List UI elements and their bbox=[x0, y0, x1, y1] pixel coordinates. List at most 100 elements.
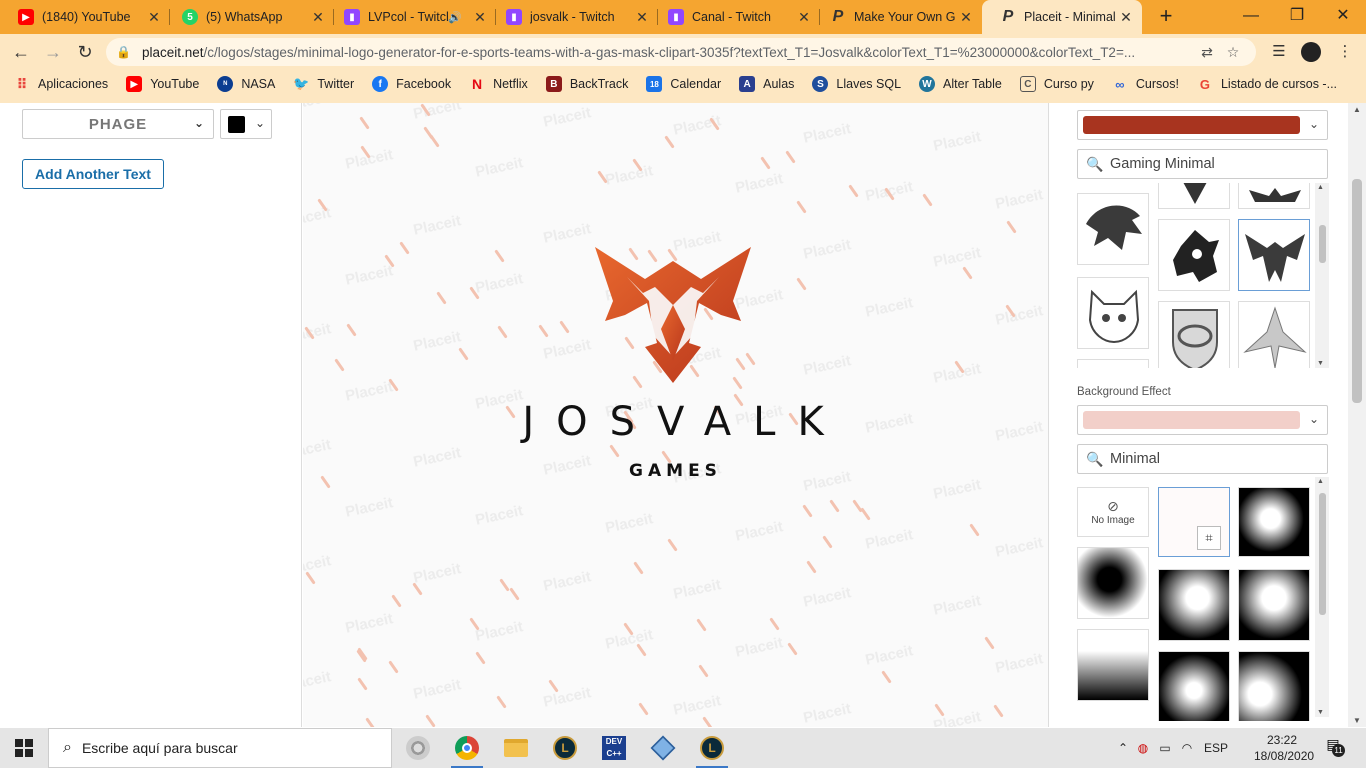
close-icon[interactable]: ✕ bbox=[472, 9, 488, 26]
logo-canvas[interactable]: Placeit Placeit Placeit Placeit Placeit Place… bbox=[303, 103, 1048, 727]
speaker-icon[interactable]: 🔊 bbox=[448, 11, 462, 24]
back-button[interactable]: ← bbox=[8, 40, 34, 64]
tab-whatsapp[interactable]: 5 (5) WhatsApp ✕ bbox=[164, 0, 334, 34]
lock-icon[interactable]: 🔒 bbox=[116, 45, 131, 59]
page-scrollbar[interactable]: ▲ ▼ bbox=[1348, 103, 1366, 727]
add-another-text-button[interactable]: Add Another Text bbox=[22, 159, 164, 189]
close-icon[interactable]: ✕ bbox=[958, 9, 974, 26]
background-color-select[interactable]: ⌄ bbox=[1077, 405, 1328, 435]
chevron-up-icon[interactable]: ⌃ bbox=[1114, 741, 1132, 755]
menu-icon[interactable]: ⋮ bbox=[1332, 40, 1358, 64]
graphic-thumb[interactable] bbox=[1158, 301, 1230, 368]
graphic-search-input[interactable]: 🔍 Gaming Minimal bbox=[1077, 149, 1328, 179]
watermark-text: Placeit bbox=[863, 294, 915, 321]
bookmark-twitter[interactable]: 🐦 Twitter bbox=[293, 76, 354, 92]
tab-canal-twitch[interactable]: ▮ Canal - Twitch ✕ bbox=[650, 0, 820, 34]
battery-icon[interactable]: ▭ bbox=[1154, 741, 1176, 755]
background-streak bbox=[969, 523, 980, 537]
close-icon[interactable]: ✕ bbox=[634, 9, 650, 26]
background-thumb-selected[interactable]: ⌗ bbox=[1158, 487, 1230, 557]
task-view-app[interactable] bbox=[394, 728, 442, 768]
background-thumb[interactable] bbox=[1077, 629, 1149, 701]
close-icon[interactable]: ✕ bbox=[1118, 9, 1134, 26]
graphic-thumb[interactable] bbox=[1077, 359, 1149, 368]
start-button[interactable] bbox=[0, 728, 48, 768]
bookmark-alter-table[interactable]: W Alter Table bbox=[919, 76, 1002, 92]
bookmark-aulas[interactable]: A Aulas bbox=[739, 76, 794, 92]
background-thumb[interactable] bbox=[1077, 547, 1149, 619]
graphic-thumb[interactable] bbox=[1077, 277, 1149, 349]
close-icon[interactable]: ✕ bbox=[146, 9, 162, 26]
font-select[interactable]: PHAGE ⌄ bbox=[22, 109, 214, 139]
graphic-thumb[interactable] bbox=[1238, 183, 1310, 209]
bookmark-llaves-sql[interactable]: S Llaves SQL bbox=[812, 76, 901, 92]
bookmark-star-icon[interactable]: ☆ bbox=[1220, 44, 1246, 61]
tab-youtube[interactable]: ▶ (1840) YouTube ✕ bbox=[0, 0, 170, 34]
bookmark-listado-cursos[interactable]: G Listado de cursos -... bbox=[1197, 76, 1337, 92]
bookmark-cursos[interactable]: ∞ Cursos! bbox=[1112, 76, 1179, 92]
tab-placeit-minimal[interactable]: P Placeit - Minimal L ✕ bbox=[982, 0, 1142, 34]
aulas-icon: A bbox=[739, 76, 756, 92]
background-search-input[interactable]: 🔍 Minimal bbox=[1077, 444, 1328, 474]
tab-make-your-own[interactable]: P Make Your Own G ✕ bbox=[812, 0, 982, 34]
address-bar[interactable]: 🔒 placeit.net/c/logos/stages/minimal-log… bbox=[106, 38, 1256, 66]
language-indicator[interactable]: ESP bbox=[1198, 741, 1234, 755]
minimize-button[interactable]: — bbox=[1228, 0, 1274, 34]
new-tab-button[interactable]: + bbox=[1154, 5, 1178, 29]
background-thumb[interactable] bbox=[1238, 651, 1310, 721]
taskbar-search-input[interactable]: ⌕ Escribe aquí para buscar bbox=[48, 728, 392, 768]
network-warning-icon[interactable]: ◍ bbox=[1132, 741, 1154, 755]
graphic-grid-scrollbar[interactable]: ▲ ▼ bbox=[1315, 183, 1329, 368]
bookmark-youtube[interactable]: ▶ YouTube bbox=[126, 76, 199, 92]
background-thumb[interactable] bbox=[1158, 569, 1230, 641]
reload-button[interactable]: ↻ bbox=[72, 40, 98, 64]
bookmark-netflix[interactable]: N Netflix bbox=[469, 76, 528, 92]
facebook-icon: f bbox=[372, 76, 389, 92]
translate-icon[interactable]: ⇄ bbox=[1194, 44, 1220, 61]
tab-josvalk-twitch[interactable]: ▮ josvalk - Twitch ✕ bbox=[488, 0, 658, 34]
watermark-text: Placeit bbox=[411, 560, 463, 587]
cube-icon bbox=[650, 735, 676, 761]
notifications-button[interactable]: ▤ 11 bbox=[1318, 736, 1348, 760]
tab-lvpcol-twitch[interactable]: ▮ LVPcol - Twitch 🔊 ✕ bbox=[326, 0, 496, 34]
crop-icon[interactable]: ⌗ bbox=[1197, 526, 1221, 550]
graphic-thumb[interactable] bbox=[1158, 183, 1230, 209]
background-thumb[interactable] bbox=[1158, 651, 1230, 721]
chrome-app[interactable] bbox=[443, 728, 491, 768]
league-client-app[interactable]: L bbox=[688, 728, 736, 768]
background-streak bbox=[829, 499, 840, 513]
background-thumb[interactable] bbox=[1238, 569, 1310, 641]
league-app[interactable]: L bbox=[541, 728, 589, 768]
close-icon[interactable]: ✕ bbox=[796, 9, 812, 26]
forward-button[interactable]: → bbox=[40, 40, 66, 64]
graphic-thumb-selected[interactable] bbox=[1238, 219, 1310, 291]
no-image-thumb[interactable]: ⊘ No Image bbox=[1077, 487, 1149, 537]
background-grid-scrollbar[interactable]: ▲ ▼ bbox=[1315, 477, 1329, 717]
text-color-select[interactable]: ⌄ bbox=[220, 109, 272, 139]
graphic-color-select[interactable]: ⌄ bbox=[1077, 110, 1328, 140]
close-icon[interactable]: ✕ bbox=[310, 9, 326, 26]
background-streak bbox=[359, 116, 370, 130]
close-window-button[interactable]: ✕ bbox=[1320, 0, 1366, 34]
graphic-thumb[interactable] bbox=[1077, 193, 1149, 265]
restore-button[interactable]: ❐ bbox=[1274, 0, 1320, 34]
bookmark-facebook[interactable]: f Facebook bbox=[372, 76, 451, 92]
file-explorer-app[interactable] bbox=[492, 728, 540, 768]
wifi-icon[interactable]: ◠ bbox=[1176, 741, 1198, 755]
bookmark-nasa[interactable]: N NASA bbox=[217, 76, 275, 92]
clock[interactable]: 23:22 18/08/2020 bbox=[1254, 732, 1314, 764]
graphic-thumb[interactable] bbox=[1158, 219, 1230, 291]
media-control-icon[interactable]: ☰ bbox=[1266, 40, 1292, 64]
bookmark-backtrack[interactable]: B BackTrack bbox=[545, 76, 628, 92]
virtualbox-app[interactable] bbox=[639, 728, 687, 768]
url-text[interactable]: placeit.net/c/logos/stages/minimal-logo-… bbox=[142, 45, 1194, 60]
background-streak bbox=[993, 704, 1004, 718]
background-thumb[interactable] bbox=[1238, 487, 1310, 557]
bookmark-apps[interactable]: ⠿ Aplicaciones bbox=[14, 76, 109, 92]
dev-cpp-app[interactable]: DEV C++ bbox=[590, 728, 638, 768]
graphic-thumb[interactable] bbox=[1238, 301, 1310, 368]
profile-avatar[interactable] bbox=[1298, 40, 1324, 64]
bookmark-curso-py[interactable]: C Curso py bbox=[1019, 76, 1094, 92]
watermark-text: Placeit bbox=[993, 650, 1045, 677]
bookmark-calendar[interactable]: 18 Calendar bbox=[646, 76, 721, 92]
